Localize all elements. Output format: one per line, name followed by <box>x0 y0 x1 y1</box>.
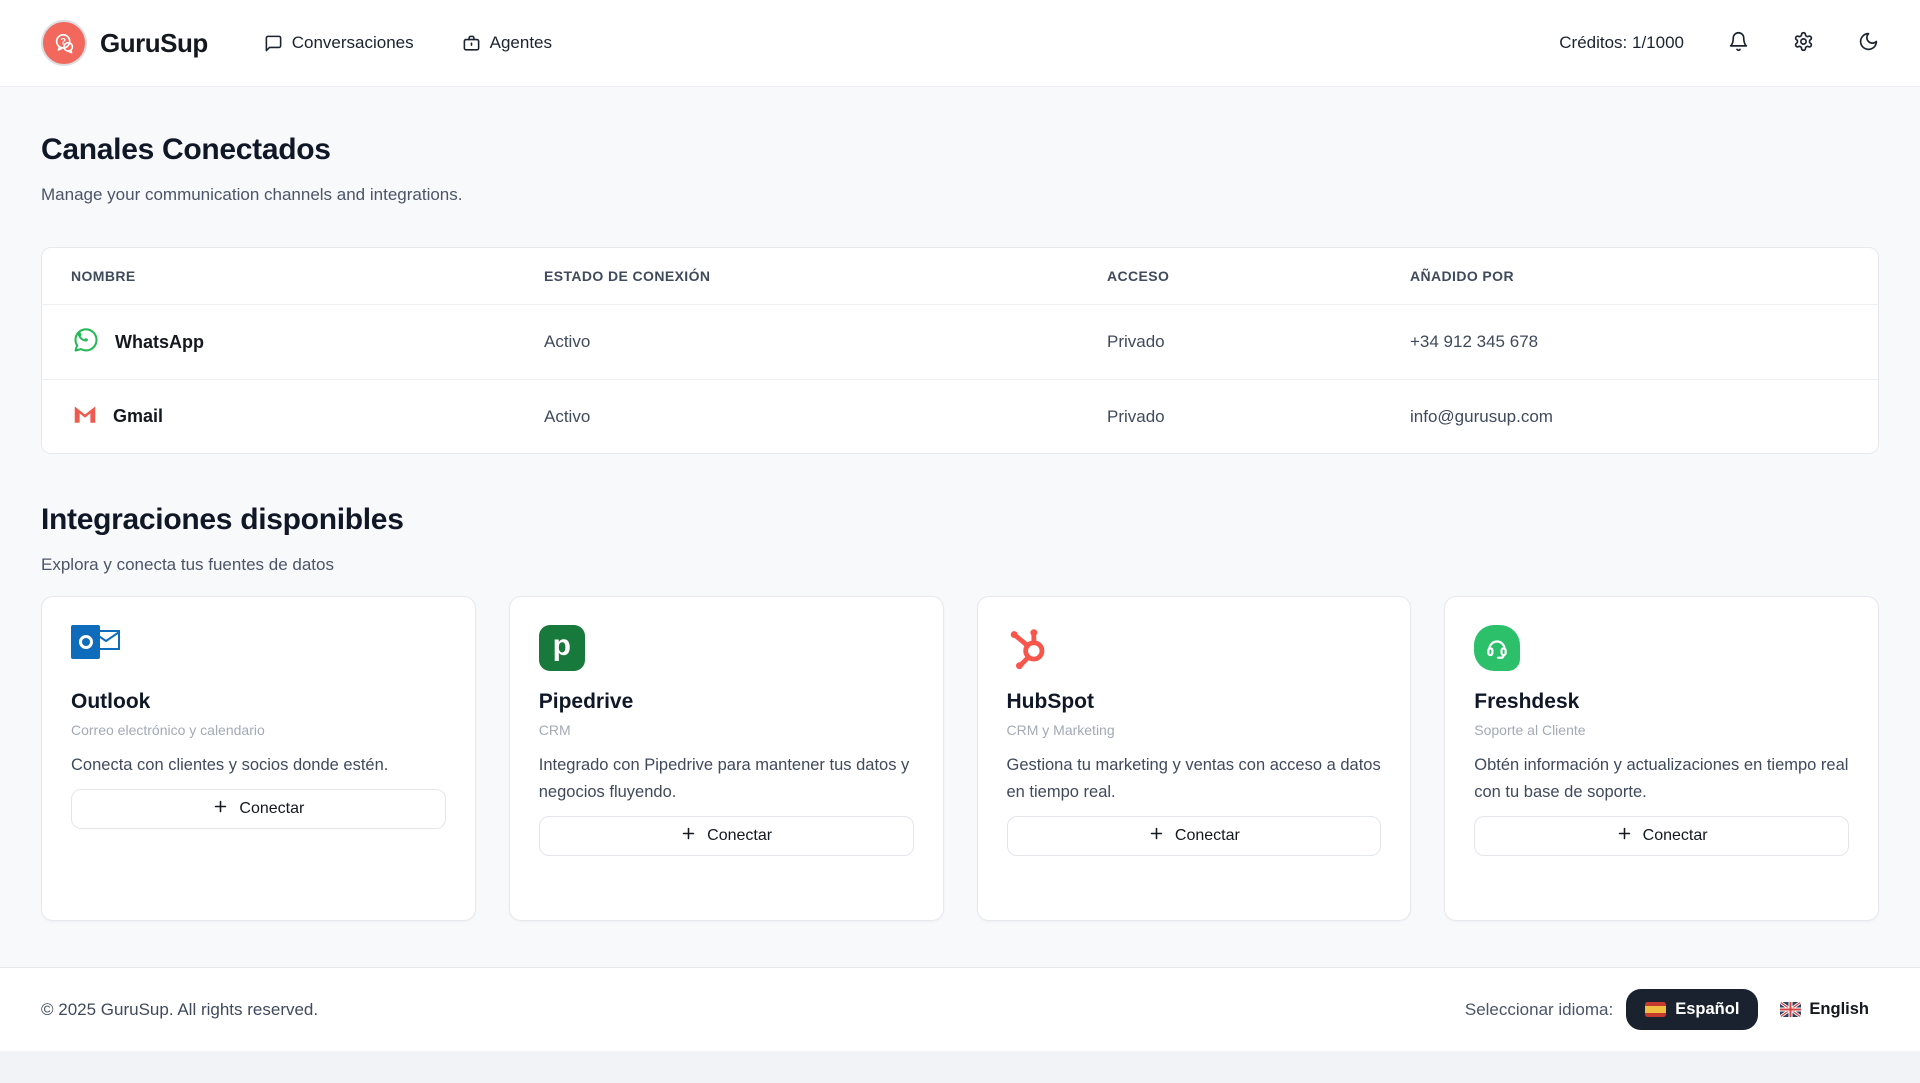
integration-category: Correo electrónico y calendario <box>71 722 446 738</box>
gurusup-logo-icon: ? <box>41 20 87 66</box>
channel-added-by: +34 912 345 678 <box>1410 332 1849 352</box>
page-footer: © 2025 GuruSup. All rights reserved. Sel… <box>0 967 1920 1051</box>
app-title: GuruSup <box>100 28 208 59</box>
page-title: Canales Conectados <box>41 132 1879 168</box>
dark-mode-toggle[interactable] <box>1858 31 1879 55</box>
nav-item-conversaciones[interactable]: Conversaciones <box>264 33 414 53</box>
main-nav: Conversaciones Agentes <box>264 33 552 53</box>
integration-category: CRM <box>539 722 914 738</box>
column-header-estado: ESTADO DE CONEXIÓN <box>544 268 1107 284</box>
whatsapp-icon <box>71 325 101 360</box>
integration-name: Outlook <box>71 690 446 714</box>
moon-icon <box>1858 31 1879 55</box>
channel-access: Privado <box>1107 332 1410 352</box>
hubspot-icon <box>1007 625 1053 676</box>
column-header-anadido: AÑADIDO POR <box>1410 268 1849 284</box>
main-content: Canales Conectados Manage your communica… <box>0 87 1920 967</box>
integration-name: Pipedrive <box>539 690 914 714</box>
pipedrive-icon: p <box>539 625 585 671</box>
copyright-text: © 2025 GuruSup. All rights reserved. <box>41 1000 318 1020</box>
connect-hubspot-button[interactable]: Conectar <box>1007 816 1382 856</box>
chat-bubble-icon <box>264 34 283 53</box>
connect-button-label: Conectar <box>1643 827 1708 845</box>
integration-card-hubspot: HubSpot CRM y Marketing Gestiona tu mark… <box>977 596 1412 921</box>
connect-pipedrive-button[interactable]: Conectar <box>539 816 914 856</box>
integration-card-outlook: Outlook Correo electrónico y calendario … <box>41 596 476 921</box>
integrations-title: Integraciones disponibles <box>41 502 1879 538</box>
credits-counter: Créditos: 1/1000 <box>1559 33 1684 53</box>
integration-description: Obtén información y actualizaciones en t… <box>1474 752 1849 806</box>
plus-icon <box>1616 825 1633 847</box>
integrations-grid: Outlook Correo electrónico y calendario … <box>41 596 1879 921</box>
table-row: WhatsApp Activo Privado +34 912 345 678 <box>42 305 1878 379</box>
bell-icon <box>1728 31 1749 55</box>
nav-item-agentes[interactable]: Agentes <box>462 33 552 53</box>
plus-icon <box>1148 825 1165 847</box>
plus-icon <box>680 825 697 847</box>
integration-category: Soporte al Cliente <box>1474 722 1849 738</box>
integration-name: HubSpot <box>1007 690 1382 714</box>
column-header-acceso: ACCESO <box>1107 268 1410 284</box>
integration-category: CRM y Marketing <box>1007 722 1382 738</box>
outlook-icon <box>71 625 123 667</box>
channel-name: WhatsApp <box>115 332 204 353</box>
channel-access: Privado <box>1107 407 1410 427</box>
table-header-row: NOMBRE ESTADO DE CONEXIÓN ACCESO AÑADIDO… <box>42 248 1878 305</box>
column-header-nombre: NOMBRE <box>71 268 544 284</box>
language-selector-label: Seleccionar idioma: <box>1465 1000 1613 1020</box>
plus-icon <box>212 798 229 820</box>
connect-button-label: Conectar <box>707 827 772 845</box>
connect-outlook-button[interactable]: Conectar <box>71 789 446 829</box>
language-button-label: Español <box>1675 1000 1739 1019</box>
language-button-label: English <box>1809 1000 1869 1019</box>
settings-button[interactable] <box>1793 31 1814 55</box>
integration-name: Freshdesk <box>1474 690 1849 714</box>
language-selector: Seleccionar idioma: Español <box>1465 989 1879 1030</box>
channel-added-by: info@gurusup.com <box>1410 407 1849 427</box>
connect-button-label: Conectar <box>1175 827 1240 845</box>
gear-icon <box>1793 31 1814 55</box>
navbar-actions: Créditos: 1/1000 <box>1559 31 1879 55</box>
gmail-icon <box>71 400 99 433</box>
language-button-espanol[interactable]: Español <box>1626 989 1758 1030</box>
integration-card-pipedrive: p Pipedrive CRM Integrado con Pipedrive … <box>509 596 944 921</box>
brand-link[interactable]: ? GuruSup <box>41 20 208 66</box>
table-row: Gmail Activo Privado info@gurusup.com <box>42 379 1878 453</box>
page-subtitle: Manage your communication channels and i… <box>41 185 1879 205</box>
notifications-button[interactable] <box>1728 31 1749 55</box>
freshdesk-icon <box>1474 625 1520 671</box>
integration-card-freshdesk: Freshdesk Soporte al Cliente Obtén infor… <box>1444 596 1879 921</box>
channel-status: Activo <box>544 407 1107 427</box>
integration-description: Integrado con Pipedrive para mantener tu… <box>539 752 914 806</box>
integration-description: Conecta con clientes y socios donde esté… <box>71 752 446 779</box>
channel-status: Activo <box>544 332 1107 352</box>
integrations-subtitle: Explora y conecta tus fuentes de datos <box>41 555 1879 575</box>
svg-text:?: ? <box>60 37 66 47</box>
nav-item-label: Agentes <box>490 33 552 53</box>
connect-freshdesk-button[interactable]: Conectar <box>1474 816 1849 856</box>
channel-name: Gmail <box>113 406 163 427</box>
briefcase-icon <box>462 34 481 53</box>
spain-flag-icon <box>1645 1002 1666 1017</box>
uk-flag-icon <box>1780 1002 1801 1017</box>
bottom-strip <box>0 1051 1920 1083</box>
nav-item-label: Conversaciones <box>292 33 414 53</box>
integration-description: Gestiona tu marketing y ventas con acces… <box>1007 752 1382 806</box>
connect-button-label: Conectar <box>239 800 304 818</box>
language-button-english[interactable]: English <box>1770 989 1879 1030</box>
connected-channels-table: NOMBRE ESTADO DE CONEXIÓN ACCESO AÑADIDO… <box>41 247 1879 454</box>
top-navbar: ? GuruSup Conversaciones Agentes Crédito… <box>0 0 1920 87</box>
